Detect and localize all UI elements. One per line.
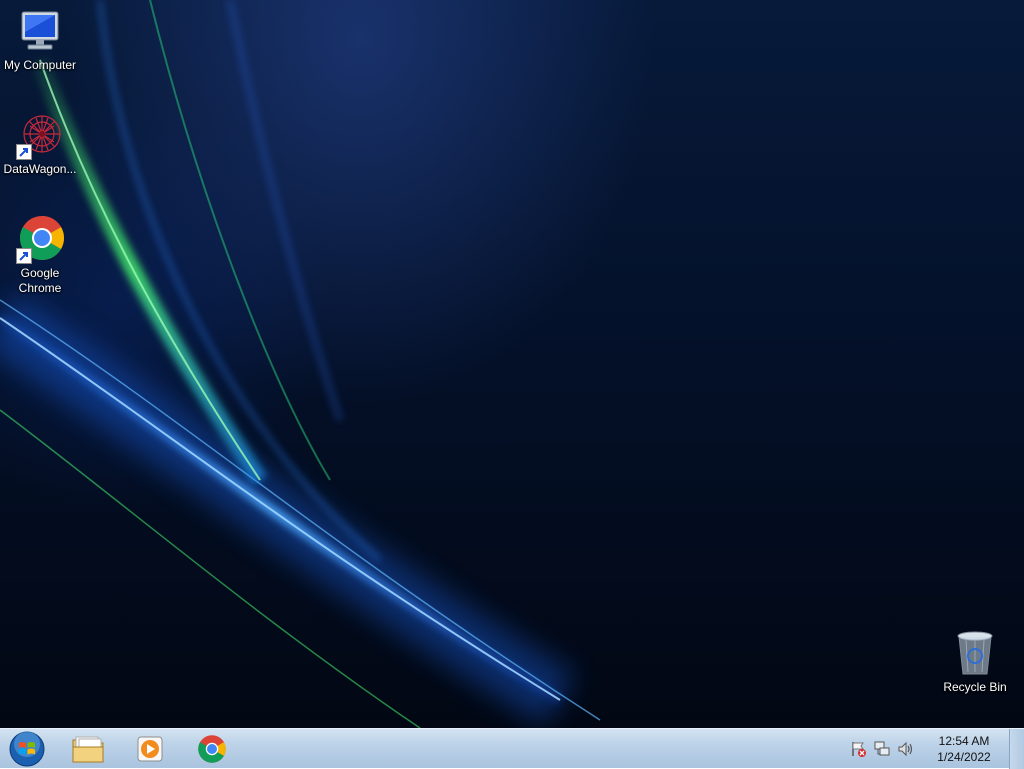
folder-icon	[72, 736, 104, 763]
desktop-icon-chrome[interactable]: Google Chrome	[0, 216, 80, 296]
desktop-icon-label: My Computer	[3, 58, 77, 72]
chrome-icon	[198, 735, 226, 763]
taskbar-pinned-media-player[interactable]	[122, 731, 178, 767]
start-button[interactable]	[2, 731, 52, 767]
show-desktop-button[interactable]	[1009, 729, 1024, 769]
taskbar: 12:54 AM 1/24/2022	[0, 728, 1024, 769]
windows-orb-icon	[9, 731, 45, 767]
desktop-icon-recycle-bin[interactable]: Recycle Bin	[935, 630, 1015, 695]
system-tray: 12:54 AM 1/24/2022	[846, 729, 1000, 769]
desktop-icon-label: Google Chrome	[18, 266, 62, 295]
desktop-icon-label: Recycle Bin	[943, 680, 1007, 694]
clock[interactable]: 12:54 AM 1/24/2022	[928, 733, 1000, 765]
taskbar-pinned-chrome[interactable]	[184, 731, 240, 767]
wallpaper-swoosh	[0, 0, 601, 728]
recycle-bin-icon	[957, 631, 993, 675]
clock-date: 1/24/2022	[937, 750, 991, 764]
action-center-icon[interactable]	[849, 740, 867, 758]
volume-icon[interactable]	[897, 740, 915, 758]
desktop-icon-my-computer[interactable]: My Computer	[0, 8, 80, 73]
taskbar-pinned-explorer[interactable]	[60, 731, 116, 767]
shortcut-arrow-icon	[16, 144, 32, 160]
network-icon[interactable]	[873, 740, 891, 758]
shortcut-arrow-icon	[16, 248, 32, 264]
desktop: My Computer DataWagon... Google Chrome R…	[0, 0, 1024, 728]
computer-icon	[21, 11, 59, 50]
desktop-icon-label: DataWagon...	[3, 162, 77, 176]
desktop-icon-datawagon[interactable]: DataWagon...	[0, 112, 80, 177]
media-player-icon	[137, 736, 163, 762]
clock-time: 12:54 AM	[938, 734, 990, 748]
